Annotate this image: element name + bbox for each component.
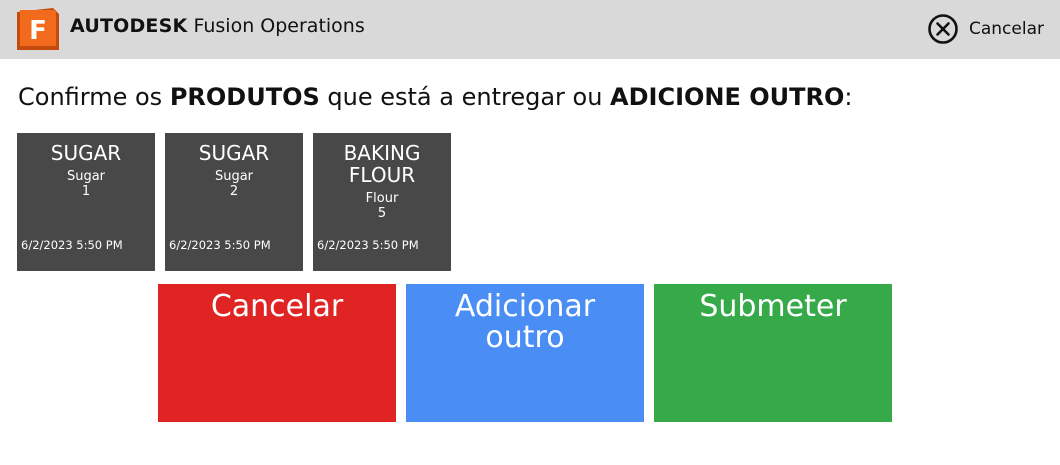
submit-button[interactable]: Submeter [654, 284, 892, 422]
product-name: Fusion Operations [193, 15, 365, 37]
product-date: 6/2/2023 5:50 PM [21, 238, 123, 252]
instruction-part: que está a entregar ou [319, 83, 611, 111]
product-date: 6/2/2023 5:50 PM [169, 238, 271, 252]
product-tile[interactable]: BAKING FLOUR Flour 5 6/2/2023 5:50 PM [313, 133, 451, 271]
product-quantity: 1 [81, 184, 91, 199]
fusion-logo-icon: F [17, 8, 59, 50]
product-name-line: BAKING [343, 141, 421, 165]
instruction-add-emphasis: ADICIONE OUTRO [610, 83, 845, 111]
header-cancel-label[interactable]: Cancelar [969, 19, 1044, 39]
product-subtitle: Sugar [214, 169, 254, 184]
brand-name: AUTODESK [70, 15, 188, 37]
product-subtitle: Sugar [66, 169, 106, 184]
product-quantity: 2 [229, 184, 239, 199]
product-name: BAKING FLOUR [319, 142, 445, 186]
product-quantity: 5 [377, 206, 387, 221]
product-name-line: FLOUR [348, 163, 416, 187]
app-header: F AUTODESK Fusion Operations Cancelar [0, 0, 1060, 59]
add-another-button[interactable]: Adicionar outro [406, 284, 644, 422]
add-another-label-line[interactable]: Adicionar [406, 291, 644, 322]
app-title: AUTODESK Fusion Operations [70, 14, 365, 38]
product-name: SUGAR [198, 141, 270, 165]
cancel-button-label[interactable]: Cancelar [158, 291, 396, 322]
instruction-products-emphasis: PRODUTOS [169, 83, 320, 111]
add-another-label-line[interactable]: outro [406, 322, 644, 353]
submit-button-label[interactable]: Submeter [654, 291, 892, 322]
product-tile[interactable]: SUGAR Sugar 2 6/2/2023 5:50 PM [165, 133, 303, 271]
product-tile[interactable]: SUGAR Sugar 1 6/2/2023 5:50 PM [17, 133, 155, 271]
header-cancel-button[interactable]: Cancelar [927, 13, 1044, 45]
close-circle-icon[interactable] [927, 13, 959, 45]
instruction-text: Confirme os PRODUTOS que está a entregar… [18, 81, 853, 113]
cancel-button[interactable]: Cancelar [158, 284, 396, 422]
instruction-part: Confirme os [18, 83, 170, 111]
svg-text:F: F [29, 16, 47, 46]
product-subtitle: Flour [365, 191, 399, 206]
product-name: SUGAR [50, 141, 122, 165]
instruction-part: : [844, 83, 853, 111]
product-date: 6/2/2023 5:50 PM [317, 238, 419, 252]
